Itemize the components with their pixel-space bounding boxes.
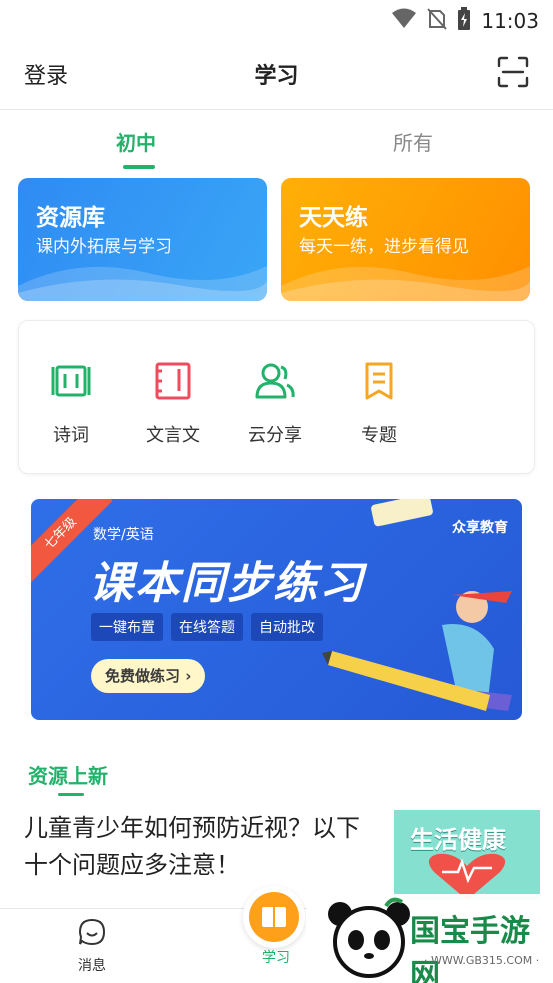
category-label: 文言文: [146, 425, 200, 446]
scroll-icon: [51, 365, 91, 397]
category-panel: 诗词 文言文 云分享 专题: [18, 320, 535, 474]
tab-indicator: [123, 165, 155, 169]
category-classical-chinese[interactable]: 文言文: [123, 361, 223, 447]
resource-library-card[interactable]: 资源库 课内外拓展与学习: [18, 178, 267, 301]
heart-icon: [428, 853, 506, 900]
free-practice-button[interactable]: 免费做练习 ›: [91, 659, 206, 693]
study-fab[interactable]: [243, 886, 305, 948]
category-label: 云分享: [248, 425, 302, 446]
article-title[interactable]: 儿童青少年如何预防近视？以下十个问题应多注意！: [24, 810, 374, 884]
banner-title: 课本同步练习: [89, 558, 365, 609]
book-icon: [249, 892, 299, 942]
scan-icon[interactable]: [497, 56, 529, 88]
card-wave-decoration: [281, 266, 530, 301]
app-header: 登录 学习: [0, 38, 553, 110]
nav-label: 学习: [262, 950, 290, 966]
login-button[interactable]: 登录: [24, 58, 68, 90]
category-cloud-share[interactable]: 云分享: [225, 361, 325, 447]
watermark-url: · WWW.GB315.COM ·: [424, 954, 540, 967]
daily-practice-card[interactable]: 天天练 每天一练，进步看得见: [281, 178, 530, 301]
status-bar: 11:03: [0, 0, 553, 38]
tab-all[interactable]: 所有: [393, 127, 433, 156]
watermark: 国宝手游网 · WWW.GB315.COM ·: [306, 894, 553, 983]
banner-subject: 数学/英语: [93, 527, 154, 543]
section-indicator: [58, 793, 84, 796]
category-label: 专题: [361, 425, 397, 446]
status-time: 11:03: [481, 9, 539, 33]
article-thumbnail[interactable]: 生活健康: [394, 810, 540, 900]
category-label: 诗词: [53, 425, 89, 446]
banner-tag: 一键布置: [91, 613, 163, 641]
section-title: 资源上新: [28, 764, 108, 788]
wifi-icon: [391, 8, 417, 34]
grade-tabs: 初中 所有: [0, 111, 553, 171]
banner-tag: 自动批改: [251, 613, 323, 641]
battery-charging-icon: [457, 7, 471, 35]
notebook-icon: [155, 362, 191, 400]
category-poetry[interactable]: 诗词: [21, 361, 121, 447]
banner-tag: 在线答题: [171, 613, 243, 641]
nav-label: 消息: [78, 958, 106, 974]
card-wave-decoration: [18, 266, 267, 301]
banner-tags: 一键布置 在线答题 自动批改: [91, 613, 323, 641]
brand-logo: 众享教育: [452, 520, 508, 536]
promo-banner[interactable]: 七年级 数学/英语 课本同步练习 一键布置 在线答题 自动批改 免费做练习 › …: [31, 499, 522, 720]
users-icon: [255, 363, 295, 399]
nav-messages[interactable]: 消息: [62, 917, 122, 975]
bookmark-icon: [365, 362, 393, 400]
card-title: 资源库: [36, 205, 105, 231]
page-title: 学习: [254, 64, 299, 89]
message-icon: [78, 918, 106, 946]
panda-logo-icon: [328, 897, 410, 978]
status-icons: 11:03: [391, 7, 539, 35]
category-special-topics[interactable]: 专题: [329, 361, 429, 447]
card-title: 天天练: [299, 205, 368, 231]
watermark-text: 国宝手游网: [410, 914, 530, 983]
no-sim-icon: [427, 8, 448, 34]
tab-junior-high[interactable]: 初中: [116, 127, 156, 156]
